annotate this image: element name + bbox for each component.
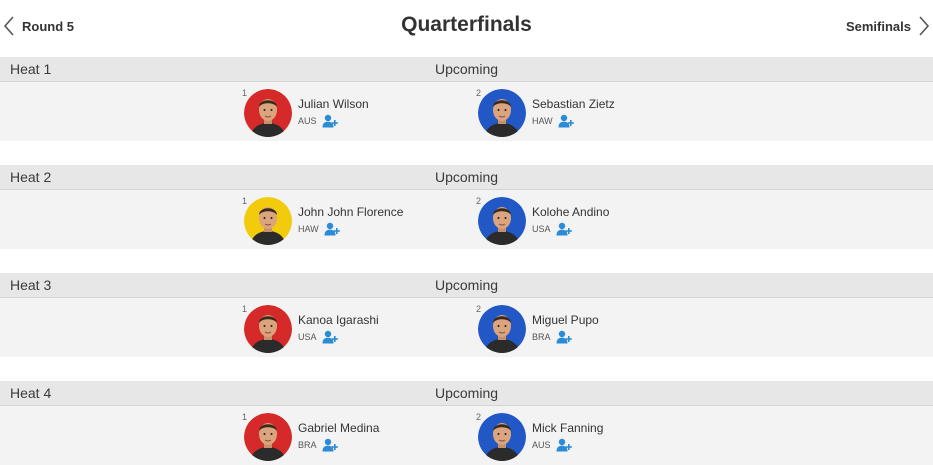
surfer-avatar (244, 305, 292, 353)
surfer-portrait-icon (478, 413, 526, 461)
add-user-icon (558, 114, 574, 128)
seed-number: 1 (242, 304, 248, 314)
follow-surfer-icon[interactable] (322, 114, 338, 128)
heat-header: Heat 2 Upcoming (0, 165, 933, 190)
seed-number: 1 (242, 196, 248, 206)
seed-number: 2 (476, 412, 482, 422)
heat-header: Heat 1 Upcoming (0, 57, 933, 82)
heat-status: Upcoming (434, 61, 499, 77)
seed-number: 1 (242, 88, 248, 98)
surfer-country-row: USA (298, 330, 338, 344)
follow-surfer-icon[interactable] (558, 114, 574, 128)
heat-header: Heat 3 Upcoming (0, 273, 933, 298)
seed-number: 2 (476, 196, 482, 206)
heat-status: Upcoming (434, 169, 499, 185)
surfer-country: USA (298, 332, 317, 342)
heat-status: Upcoming (434, 277, 499, 293)
surfer-avatar (244, 197, 292, 245)
surfer-name: Julian Wilson (298, 97, 369, 111)
surfer-country: HAW (532, 116, 553, 126)
chevron-right-icon (919, 16, 930, 36)
heat-4: Heat 4 Upcoming 1 Gabriel Medina BRA 2 M… (0, 381, 933, 465)
seed-number: 1 (242, 412, 248, 422)
add-user-icon (322, 330, 338, 344)
add-user-icon (556, 438, 572, 452)
heat-status: Upcoming (434, 385, 499, 401)
surfer-avatar (478, 89, 526, 137)
surfer-name: John John Florence (298, 205, 404, 219)
surfer-country: AUS (532, 440, 551, 450)
surfer-portrait-icon (478, 197, 526, 245)
follow-surfer-icon[interactable] (556, 438, 572, 452)
heat-body: 1 John John Florence HAW 2 Kolohe Andino… (0, 190, 933, 249)
add-user-icon (324, 222, 340, 236)
surfer-country: AUS (298, 116, 317, 126)
surfer-name: Kolohe Andino (532, 205, 610, 219)
surfer-avatar (244, 413, 292, 461)
add-user-icon (556, 222, 572, 236)
surfer-country-row: AUS (532, 438, 572, 452)
surfer-country-row: BRA (532, 330, 572, 344)
heat-header: Heat 4 Upcoming (0, 381, 933, 406)
surfer-avatar (478, 197, 526, 245)
next-round-label: Semifinals (845, 18, 911, 34)
follow-surfer-icon[interactable] (322, 438, 338, 452)
heat-body: 1 Kanoa Igarashi USA 2 Miguel Pupo BRA (0, 298, 933, 357)
surfer-country-row: HAW (298, 222, 340, 236)
heat-body: 1 Julian Wilson AUS 2 Sebastian Zietz HA… (0, 82, 933, 141)
surfer-portrait-icon (478, 305, 526, 353)
surfer-portrait-icon (244, 413, 292, 461)
surfer-country-row: USA (532, 222, 572, 236)
seed-number: 2 (476, 88, 482, 98)
heat-1: Heat 1 Upcoming 1 Julian Wilson AUS 2 Se… (0, 57, 933, 141)
surfer-avatar (244, 89, 292, 137)
surfer-portrait-icon (244, 197, 292, 245)
seed-number: 2 (476, 304, 482, 314)
surfer-portrait-icon (244, 89, 292, 137)
surfer-name: Miguel Pupo (532, 313, 599, 327)
follow-surfer-icon[interactable] (324, 222, 340, 236)
add-user-icon (322, 114, 338, 128)
surfer-country-row: AUS (298, 114, 338, 128)
surfer-name: Gabriel Medina (298, 421, 380, 435)
surfer-country: USA (532, 224, 551, 234)
heat-3: Heat 3 Upcoming 1 Kanoa Igarashi USA 2 M… (0, 273, 933, 357)
surfer-country: BRA (298, 440, 317, 450)
follow-surfer-icon[interactable] (556, 330, 572, 344)
round-navigation: Round 5 Quarterfinals Semifinals (0, 0, 933, 56)
surfer-portrait-icon (478, 89, 526, 137)
follow-surfer-icon[interactable] (556, 222, 572, 236)
surfer-country: HAW (298, 224, 319, 234)
page-title: Quarterfinals (401, 13, 532, 36)
surfer-country-row: HAW (532, 114, 574, 128)
next-round-link[interactable]: Semifinals (846, 12, 933, 40)
surfer-country: BRA (532, 332, 551, 342)
surfer-name: Mick Fanning (532, 421, 604, 435)
heat-2: Heat 2 Upcoming 1 John John Florence HAW… (0, 165, 933, 249)
follow-surfer-icon[interactable] (322, 330, 338, 344)
add-user-icon (556, 330, 572, 344)
surfer-name: Kanoa Igarashi (298, 313, 379, 327)
surfer-avatar (478, 413, 526, 461)
heat-body: 1 Gabriel Medina BRA 2 Mick Fanning AUS (0, 406, 933, 465)
surfer-avatar (478, 305, 526, 353)
add-user-icon (322, 438, 338, 452)
surfer-name: Sebastian Zietz (532, 97, 615, 111)
surfer-country-row: BRA (298, 438, 338, 452)
surfer-portrait-icon (244, 305, 292, 353)
